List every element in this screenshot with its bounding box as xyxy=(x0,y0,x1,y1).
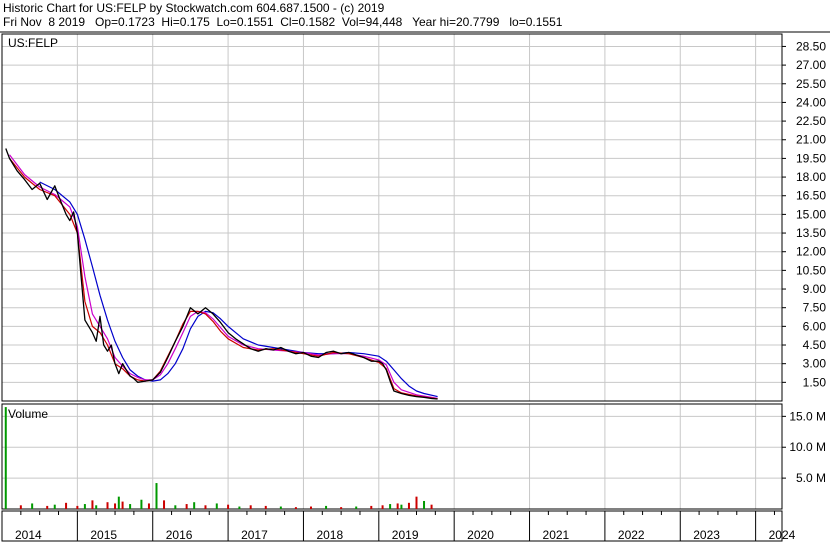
volume-bar xyxy=(174,505,177,509)
volume-bar xyxy=(430,504,433,509)
volume-bar xyxy=(381,505,384,509)
volume-bar xyxy=(204,505,207,509)
volume-bars xyxy=(4,407,433,509)
year-tick-label: 2018 xyxy=(316,528,343,542)
ma-short-series-line xyxy=(9,158,438,400)
price-tick-label: 9.00 xyxy=(803,282,827,296)
volume-bar xyxy=(238,506,241,509)
chart-title: Historic Chart for US:FELP by Stockwatch… xyxy=(3,1,385,15)
price-tick-label: 22.50 xyxy=(796,114,826,128)
volume-bar xyxy=(121,501,124,509)
volume-bar xyxy=(423,500,426,509)
price-tick-label: 10.50 xyxy=(796,263,826,277)
price-tick-label: 16.50 xyxy=(796,189,826,203)
year-tick-label: 2021 xyxy=(543,528,570,542)
year-tick-label: 2015 xyxy=(90,528,117,542)
year-tick-label: 2014 xyxy=(15,528,42,542)
price-tick-label: 25.50 xyxy=(796,77,826,91)
volume-bar xyxy=(396,503,399,509)
price-tick-label: 18.00 xyxy=(796,170,826,184)
price-series-line xyxy=(5,148,438,400)
volume-bar xyxy=(95,505,98,509)
volume-bar xyxy=(117,496,120,509)
volume-bar xyxy=(91,500,94,509)
price-tick-label: 15.00 xyxy=(796,207,826,221)
volume-bar xyxy=(76,505,79,509)
volume-bar xyxy=(355,506,358,509)
year-tick-label: 2022 xyxy=(618,528,645,542)
volume-bar xyxy=(155,483,158,509)
volume-bar xyxy=(215,503,218,509)
year-tick-label: 2020 xyxy=(467,528,494,542)
axis-labels: 28.50 27.00 25.50 24.00 22.50 21.00 19.50 18.00… xyxy=(15,39,826,542)
volume-bar xyxy=(309,506,312,509)
historic-chart-window: 28.50 27.00 25.50 24.00 22.50 21.00 19.50 18.00… xyxy=(0,0,830,543)
price-tick-label: 28.50 xyxy=(796,39,826,53)
volume-bar xyxy=(294,507,297,509)
year-tick-label: 2016 xyxy=(166,528,193,542)
volume-bar xyxy=(193,502,196,509)
price-tick-label: 1.50 xyxy=(803,375,827,389)
price-series xyxy=(5,148,438,400)
price-tick-label: 6.00 xyxy=(803,319,827,333)
volume-tick-label: 10.0 M xyxy=(789,440,826,454)
volume-bar xyxy=(279,506,282,509)
volume-bar xyxy=(227,504,230,509)
volume-bar xyxy=(106,502,109,509)
price-tick-label: 19.50 xyxy=(796,151,826,165)
volume-tick-label: 5.0 M xyxy=(796,471,826,485)
volume-label: Volume xyxy=(8,407,48,421)
volume-bar xyxy=(264,505,267,509)
year-tick-label: 2019 xyxy=(392,528,419,542)
volume-bar xyxy=(185,504,188,509)
year-tick-label: 2024 xyxy=(769,528,796,542)
price-tick-label: 13.50 xyxy=(796,226,826,240)
price-tick-label: 4.50 xyxy=(803,338,827,352)
price-tick-label: 27.00 xyxy=(796,58,826,72)
volume-bar xyxy=(340,507,343,509)
price-tick-label: 21.00 xyxy=(796,133,826,147)
grid-lines xyxy=(2,34,782,509)
volume-tick-label: 15.0 M xyxy=(789,409,826,423)
volume-bar xyxy=(140,499,143,509)
price-tick-label: 7.50 xyxy=(803,301,827,315)
symbol-label: US:FELP xyxy=(8,36,58,50)
chart-canvas: 28.50 27.00 25.50 24.00 22.50 21.00 19.50 18.00… xyxy=(0,31,830,542)
volume-bar xyxy=(407,502,410,509)
year-tick-label: 2023 xyxy=(693,528,720,542)
volume-bar xyxy=(4,407,7,509)
volume-bar xyxy=(65,502,68,509)
quote-summary: Fri Nov 8 2019 Op=0.1723 Hi=0.175 Lo=0.1… xyxy=(3,15,563,29)
volume-bar xyxy=(53,504,56,509)
volume-bar xyxy=(147,503,150,509)
volume-bar xyxy=(114,503,117,509)
volume-bar xyxy=(389,504,392,509)
volume-bar xyxy=(415,496,418,509)
price-tick-label: 24.00 xyxy=(796,95,826,109)
volume-bar xyxy=(400,504,403,509)
price-panel-frame xyxy=(1,33,783,402)
volume-bar xyxy=(46,505,49,509)
volume-bar xyxy=(83,504,86,509)
chart-frames xyxy=(0,31,830,542)
price-tick-label: 12.00 xyxy=(796,245,826,259)
volume-bar xyxy=(249,505,252,509)
volume-bar xyxy=(370,505,373,509)
price-tick-label: 3.00 xyxy=(803,357,827,371)
volume-bar xyxy=(31,503,34,509)
year-tick-label: 2017 xyxy=(241,528,268,542)
volume-bar xyxy=(163,500,166,509)
volume-bar xyxy=(129,504,132,509)
volume-bar xyxy=(19,505,22,509)
volume-bar xyxy=(325,505,328,509)
volume-panel-frame xyxy=(1,403,783,510)
